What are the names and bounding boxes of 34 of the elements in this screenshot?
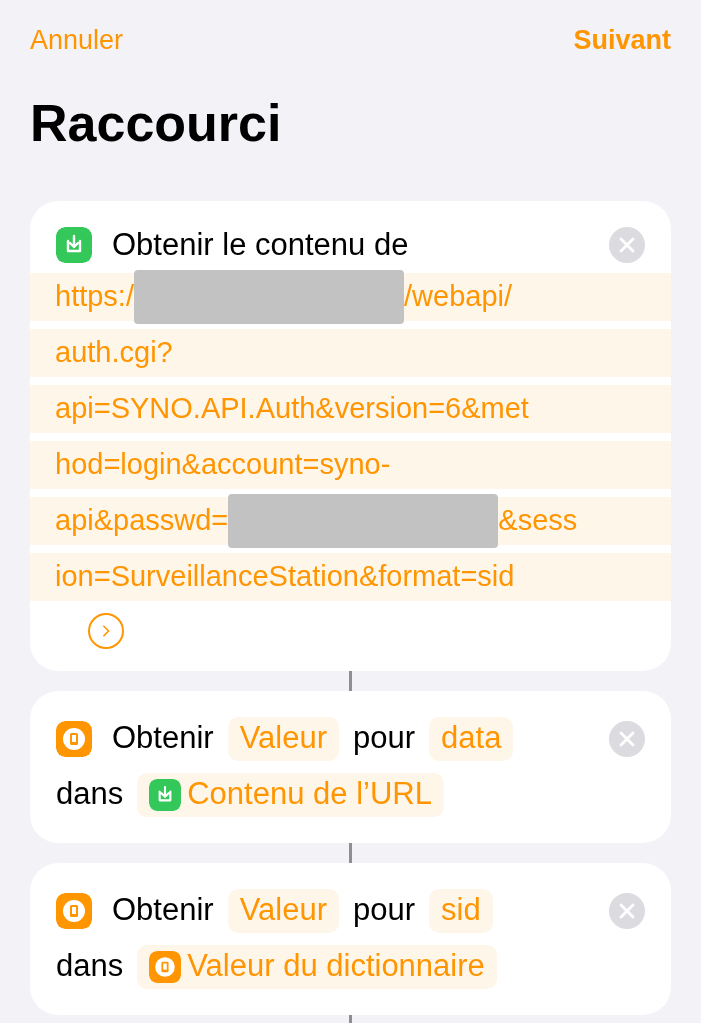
close-button[interactable] (609, 720, 645, 757)
close-button[interactable] (609, 226, 645, 263)
action-text: Obtenir (112, 719, 214, 758)
next-button[interactable]: Suivant (573, 20, 671, 61)
cancel-button[interactable]: Annuler (30, 20, 124, 61)
page-title: Raccourci (29, 96, 283, 149)
book-icon (56, 720, 92, 757)
chevron-right-icon[interactable] (88, 612, 124, 649)
action-title: Obtenir le contenu de (112, 229, 410, 260)
variable-token[interactable]: Contenu de l’URL (137, 772, 444, 817)
url-text: api&passwd= (55, 502, 229, 538)
download-icon (56, 226, 92, 263)
action-text: pour (353, 891, 416, 930)
action-text: pour (353, 719, 416, 758)
variable-token[interactable]: data (429, 716, 514, 761)
url-text: hod=login&account=syno- (55, 446, 391, 482)
action-text: dans (56, 947, 124, 986)
close-button[interactable] (609, 892, 645, 929)
url-text: auth.cgi? (55, 334, 173, 370)
action-text: dans (56, 775, 124, 814)
url-field[interactable]: https:/ /webapi/ auth.cgi? api=SYNO.API.Auth&version=6&met hod=login&account=syno- api&passwd= &sess ion=SurveillanceStation&format=sid (30, 272, 671, 601)
book-icon (149, 950, 182, 983)
url-text: ion=SurveillanceStation&format=sid (55, 558, 515, 594)
variable-token[interactable]: Valeur (227, 716, 339, 761)
url-text: /webapi/ (404, 278, 512, 314)
url-text: &sess (498, 502, 578, 538)
book-icon (56, 892, 92, 929)
url-text: https:/ (55, 278, 134, 314)
variable-token[interactable]: Valeur (227, 888, 339, 933)
variable-token[interactable]: sid (429, 888, 493, 933)
variable-token[interactable]: Valeur du dictionnaire (137, 944, 497, 989)
download-icon (149, 778, 182, 811)
url-text: api=SYNO.API.Auth&version=6&met (55, 390, 529, 426)
action-text: Obtenir (112, 891, 214, 930)
